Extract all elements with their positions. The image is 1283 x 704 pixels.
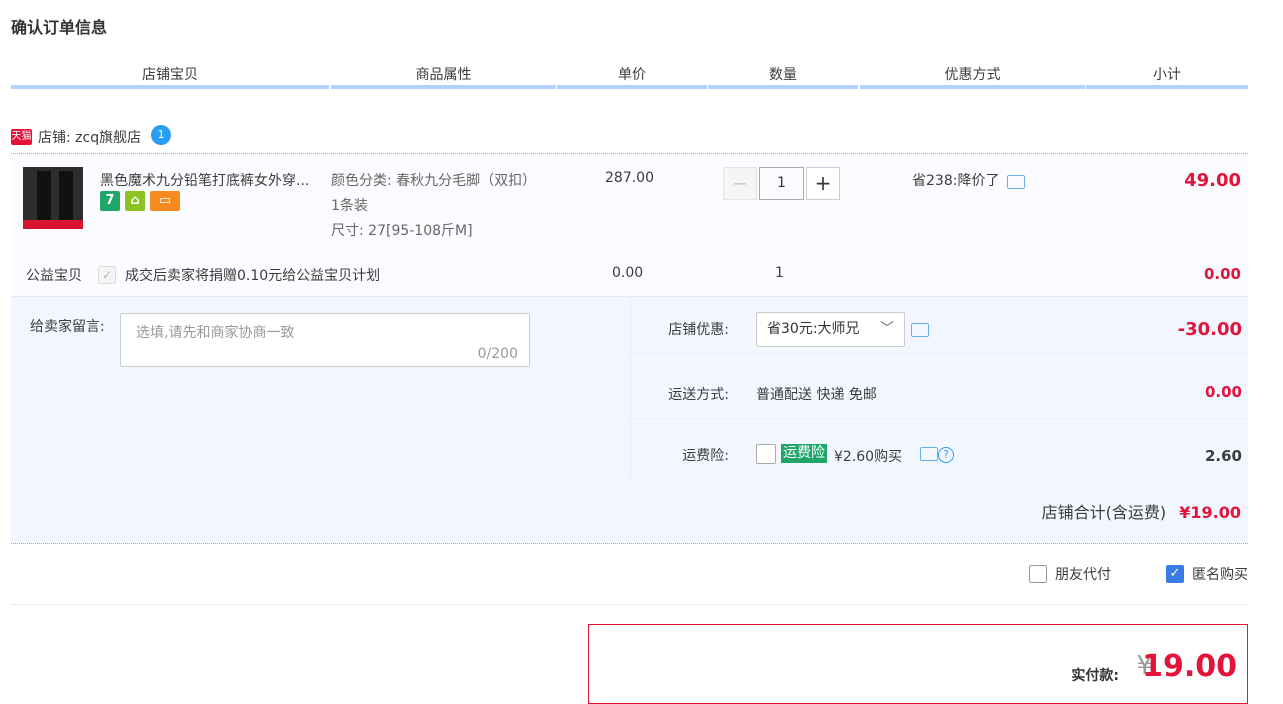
message-textarea[interactable]: 选填,请先和商家协商一致 0/200 — [120, 313, 530, 367]
message-label: 给卖家留言: — [30, 319, 105, 335]
insurance-row: 运费险: 运费险 ¥2.60购买 ? 2.60 — [631, 423, 1249, 484]
insurance-badge: 运费险 — [781, 444, 827, 463]
thumbnail-graphic — [37, 171, 51, 221]
header-shop-item: 店铺宝贝 — [11, 64, 329, 89]
message-placeholder: 选填,请先和商家协商一致 — [136, 325, 295, 341]
attr-color: 颜色分类: 春秋九分毛脚（双扣） — [331, 173, 537, 189]
seven-day-return-icon[interactable]: 7 — [100, 191, 120, 211]
quantity-stepper: − 1 + — [723, 167, 840, 200]
product-title[interactable]: 黑色魔术九分铅笔打底裤女外穿... — [100, 170, 309, 190]
credit-card-icon[interactable]: ▭ — [150, 191, 180, 211]
tmall-badge: 天猫 — [11, 129, 32, 145]
charity-text: 成交后卖家将捐赠0.10元给公益宝贝计划 — [125, 268, 381, 284]
attr-size: 尺寸: 27[95-108斤M] — [331, 223, 473, 239]
store-discount-row: 店铺优惠: 省30元:大师兄 ﹀ -30.00 — [631, 297, 1249, 359]
comment-icon[interactable] — [1007, 175, 1026, 189]
divider — [11, 604, 1248, 605]
shipping-row: 运送方式: 普通配送 快递 免邮 0.00 — [631, 360, 1249, 422]
insurance-checkbox[interactable] — [756, 444, 776, 464]
order-item: 黑色魔术九分铅笔打底裤女外穿... 7 ⌂ ▭ 颜色分类: 春秋九分毛脚（双扣）… — [11, 154, 1248, 296]
header-unit-price: 单价 — [557, 64, 707, 89]
item-subtotal: 49.00 — [1184, 170, 1241, 191]
wangwang-icon[interactable]: 1 — [151, 125, 172, 145]
header-subtotal: 小计 — [1086, 64, 1248, 89]
discount-info: 省238:降价了 — [912, 170, 1026, 190]
discount-text: 省238:降价了 — [912, 173, 1000, 189]
help-icon[interactable]: ? — [938, 447, 954, 463]
shipping-value: 0.00 — [1204, 383, 1242, 401]
coupon-selected: 省30元:大师兄 — [767, 321, 860, 337]
thumbnail-graphic — [59, 171, 73, 221]
header-attributes: 商品属性 — [331, 64, 556, 89]
store-discount-label: 店铺优惠: — [668, 322, 729, 338]
charity-subtotal: 0.00 — [1203, 265, 1241, 283]
message-char-count: 0/200 — [477, 346, 518, 362]
charity-quantity: 1 — [775, 265, 784, 281]
comment-icon[interactable] — [911, 323, 929, 337]
thumbnail-label — [23, 220, 83, 229]
order-options-panel: 给卖家留言: 选填,请先和商家协商一致 0/200 店铺优惠: 省30元:大师兄… — [11, 297, 1249, 544]
store-coupon-select[interactable]: 省30元:大师兄 ﹀ — [756, 312, 905, 347]
shipping-label: 运送方式: — [668, 387, 729, 403]
friend-pay-checkbox[interactable] — [1029, 565, 1047, 583]
increase-button[interactable]: + — [806, 167, 840, 200]
decrease-button[interactable]: − — [723, 167, 757, 200]
shop-row: 天猫 店铺: zcq旗舰店 1 — [11, 123, 172, 151]
store-total: 店铺合计(含运费) ¥19.00 — [1042, 499, 1241, 523]
insurance-value: 2.60 — [1204, 447, 1242, 465]
anonymous-checkbox[interactable]: ✓ — [1166, 565, 1184, 583]
charity-checkbox[interactable]: ✓ — [98, 266, 116, 284]
header-discount: 优惠方式 — [860, 64, 1085, 89]
anonymous-label[interactable]: 匿名购买 — [1192, 564, 1248, 584]
insurance-label: 运费险: — [682, 448, 729, 464]
payment-summary: 实付款: ¥ 19.00 — [588, 624, 1248, 704]
store-summary: 店铺优惠: 省30元:大师兄 ﹀ -30.00 运送方式: 普通配送 快递 免邮… — [630, 297, 1249, 479]
table-header: 店铺宝贝 商品属性 单价 数量 优惠方式 小计 — [11, 64, 1248, 89]
shipping-method: 普通配送 快递 免邮 — [756, 387, 877, 403]
quantity-input[interactable]: 1 — [759, 167, 804, 200]
cart-service-icon[interactable]: ⌂ — [125, 191, 145, 211]
unit-price: 287.00 — [605, 170, 654, 186]
comment-icon[interactable] — [920, 447, 938, 461]
shop-name[interactable]: 店铺: zcq旗舰店 — [38, 127, 141, 147]
charity-price: 0.00 — [612, 265, 644, 281]
payment-label: 实付款: — [1071, 668, 1119, 684]
payment-options: 朋友代付 ✓ 匿名购买 — [1029, 564, 1248, 584]
product-thumbnail[interactable] — [23, 167, 83, 229]
page-title: 确认订单信息 — [11, 18, 108, 37]
store-total-amount: ¥19.00 — [1179, 503, 1241, 522]
charity-label: 公益宝贝 — [26, 268, 82, 284]
store-total-label: 店铺合计(含运费) — [1041, 503, 1167, 522]
payment-amount: 19.00 — [1142, 649, 1237, 684]
chevron-down-icon: ﹀ — [880, 321, 894, 337]
friend-pay-label[interactable]: 朋友代付 — [1055, 564, 1111, 584]
insurance-price-text: ¥2.60购买 — [834, 449, 903, 465]
header-quantity: 数量 — [708, 64, 858, 89]
attr-pack: 1条装 — [331, 198, 368, 214]
service-icons: 7 ⌂ ▭ — [100, 191, 180, 211]
store-discount-value: -30.00 — [1177, 319, 1242, 340]
